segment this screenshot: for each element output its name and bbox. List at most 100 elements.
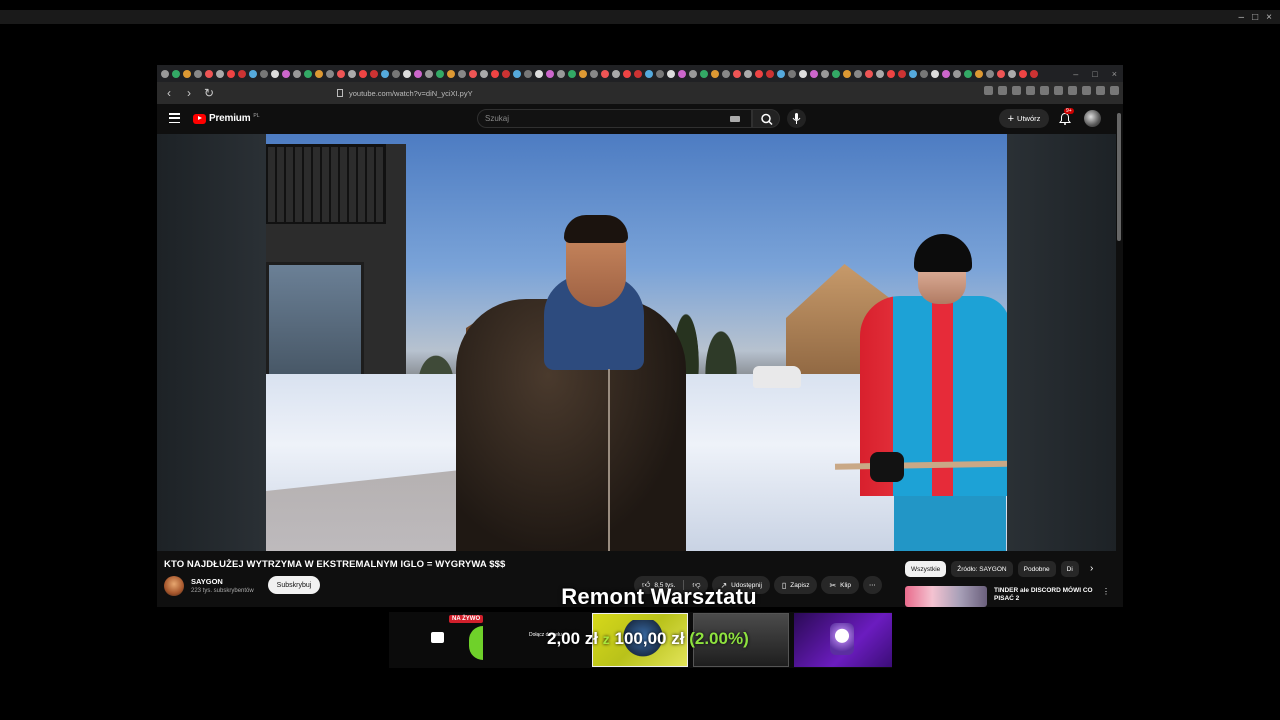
- notifications-bell-icon[interactable]: [1058, 112, 1072, 126]
- tab-favicon[interactable]: [161, 69, 169, 78]
- extension-icon[interactable]: [1026, 86, 1035, 95]
- extension-icon[interactable]: [984, 86, 993, 95]
- hamburger-menu-icon[interactable]: [169, 113, 180, 123]
- extension-icon[interactable]: [998, 86, 1007, 95]
- tab-favicon[interactable]: [513, 69, 521, 78]
- tab-favicon[interactable]: [975, 69, 983, 78]
- tab-favicon[interactable]: [359, 69, 367, 78]
- browser-close-icon[interactable]: ×: [1112, 69, 1117, 79]
- tab-favicon[interactable]: [656, 69, 664, 78]
- chevron-right-icon[interactable]: ›: [1090, 563, 1093, 574]
- tab-favicon[interactable]: [381, 69, 389, 78]
- extension-icon[interactable]: [1012, 86, 1021, 95]
- tab-favicon[interactable]: [601, 69, 609, 78]
- tab-favicon[interactable]: [645, 69, 653, 78]
- tab-favicon[interactable]: [667, 69, 675, 78]
- search-input[interactable]: Szukaj: [477, 109, 752, 128]
- tab-favicon[interactable]: [392, 69, 400, 78]
- tab-favicon[interactable]: [722, 69, 730, 78]
- tab-favicon[interactable]: [370, 69, 378, 78]
- address-bar[interactable]: youtube.com/watch?v=diN_yciXI.pyY: [337, 85, 897, 101]
- minimize-icon[interactable]: –: [1239, 12, 1245, 23]
- reload-icon[interactable]: ↻: [201, 86, 217, 100]
- tab-favicon[interactable]: [436, 69, 444, 78]
- create-button[interactable]: + Utwórz: [999, 109, 1049, 128]
- chip-all[interactable]: Wszystkie: [905, 561, 947, 577]
- tab-favicon[interactable]: [238, 69, 246, 78]
- account-avatar[interactable]: [1084, 110, 1101, 127]
- tab-favicon[interactable]: [843, 69, 851, 78]
- chip-more[interactable]: Di: [1060, 561, 1079, 577]
- tab-favicon[interactable]: [293, 69, 301, 78]
- browser-maximize-icon[interactable]: □: [1092, 69, 1097, 79]
- tab-favicon[interactable]: [557, 69, 565, 78]
- tab-favicon[interactable]: [623, 69, 631, 78]
- voice-search-button[interactable]: [787, 109, 806, 128]
- close-icon[interactable]: ×: [1266, 12, 1272, 23]
- tab-favicon[interactable]: [249, 69, 257, 78]
- tab-favicon[interactable]: [931, 69, 939, 78]
- tab-favicon[interactable]: [799, 69, 807, 78]
- tab-favicon[interactable]: [271, 69, 279, 78]
- extension-icon[interactable]: [1054, 86, 1063, 95]
- video-player[interactable]: [157, 134, 1116, 551]
- video-frame[interactable]: [266, 134, 1007, 551]
- tab-favicon[interactable]: [227, 69, 235, 78]
- tab-favicon[interactable]: [887, 69, 895, 78]
- tab-favicon[interactable]: [282, 69, 290, 78]
- tab-favicon[interactable]: [865, 69, 873, 78]
- tab-favicon[interactable]: [502, 69, 510, 78]
- tab-favicon[interactable]: [535, 69, 543, 78]
- tab-favicon[interactable]: [898, 69, 906, 78]
- extension-icon[interactable]: [1082, 86, 1091, 95]
- tab-favicon[interactable]: [172, 69, 180, 78]
- tab-favicon[interactable]: [183, 69, 191, 78]
- tab-favicon[interactable]: [876, 69, 884, 78]
- tab-favicon[interactable]: [491, 69, 499, 78]
- tab-favicon[interactable]: [634, 69, 642, 78]
- forward-icon[interactable]: ›: [181, 86, 197, 100]
- tab-favicon[interactable]: [689, 69, 697, 78]
- extension-icon[interactable]: [1068, 86, 1077, 95]
- tab-favicon[interactable]: [315, 69, 323, 78]
- tab-favicon[interactable]: [546, 69, 554, 78]
- tab-favicon[interactable]: [755, 69, 763, 78]
- tab-favicon[interactable]: [920, 69, 928, 78]
- tab-favicon[interactable]: [579, 69, 587, 78]
- tab-favicon[interactable]: [700, 69, 708, 78]
- browser-minimize-icon[interactable]: –: [1073, 69, 1078, 79]
- tab-favicon[interactable]: [744, 69, 752, 78]
- tab-favicon[interactable]: [205, 69, 213, 78]
- tab-favicon[interactable]: [348, 69, 356, 78]
- tab-favicon[interactable]: [997, 69, 1005, 78]
- tab-favicon[interactable]: [832, 69, 840, 78]
- tab-favicon[interactable]: [942, 69, 950, 78]
- tab-favicon[interactable]: [612, 69, 620, 78]
- tab-favicon[interactable]: [953, 69, 961, 78]
- extension-icon[interactable]: [1040, 86, 1049, 95]
- menu-icon[interactable]: [1110, 86, 1119, 95]
- tab-favicon[interactable]: [766, 69, 774, 78]
- bookmark-icon[interactable]: [337, 89, 343, 97]
- tab-favicon[interactable]: [469, 69, 477, 78]
- tab-favicon[interactable]: [326, 69, 334, 78]
- tab-favicon[interactable]: [194, 69, 202, 78]
- tab-favicon[interactable]: [854, 69, 862, 78]
- back-icon[interactable]: ‹: [161, 86, 177, 100]
- tab-favicon[interactable]: [821, 69, 829, 78]
- extension-icon[interactable]: [1096, 86, 1105, 95]
- tab-favicon[interactable]: [425, 69, 433, 78]
- tab-favicon[interactable]: [1030, 69, 1038, 78]
- tab-favicon[interactable]: [1008, 69, 1016, 78]
- tab-favicon[interactable]: [711, 69, 719, 78]
- search-button[interactable]: [752, 109, 780, 128]
- tab-favicon[interactable]: [909, 69, 917, 78]
- tab-favicon[interactable]: [403, 69, 411, 78]
- tab-favicon[interactable]: [568, 69, 576, 78]
- tab-favicon[interactable]: [1019, 69, 1027, 78]
- chip-related[interactable]: Podobne: [1017, 561, 1056, 577]
- tab-favicon[interactable]: [447, 69, 455, 78]
- url-text[interactable]: youtube.com/watch?v=diN_yciXI.pyY: [349, 89, 473, 98]
- tab-favicon[interactable]: [733, 69, 741, 78]
- tab-favicon[interactable]: [810, 69, 818, 78]
